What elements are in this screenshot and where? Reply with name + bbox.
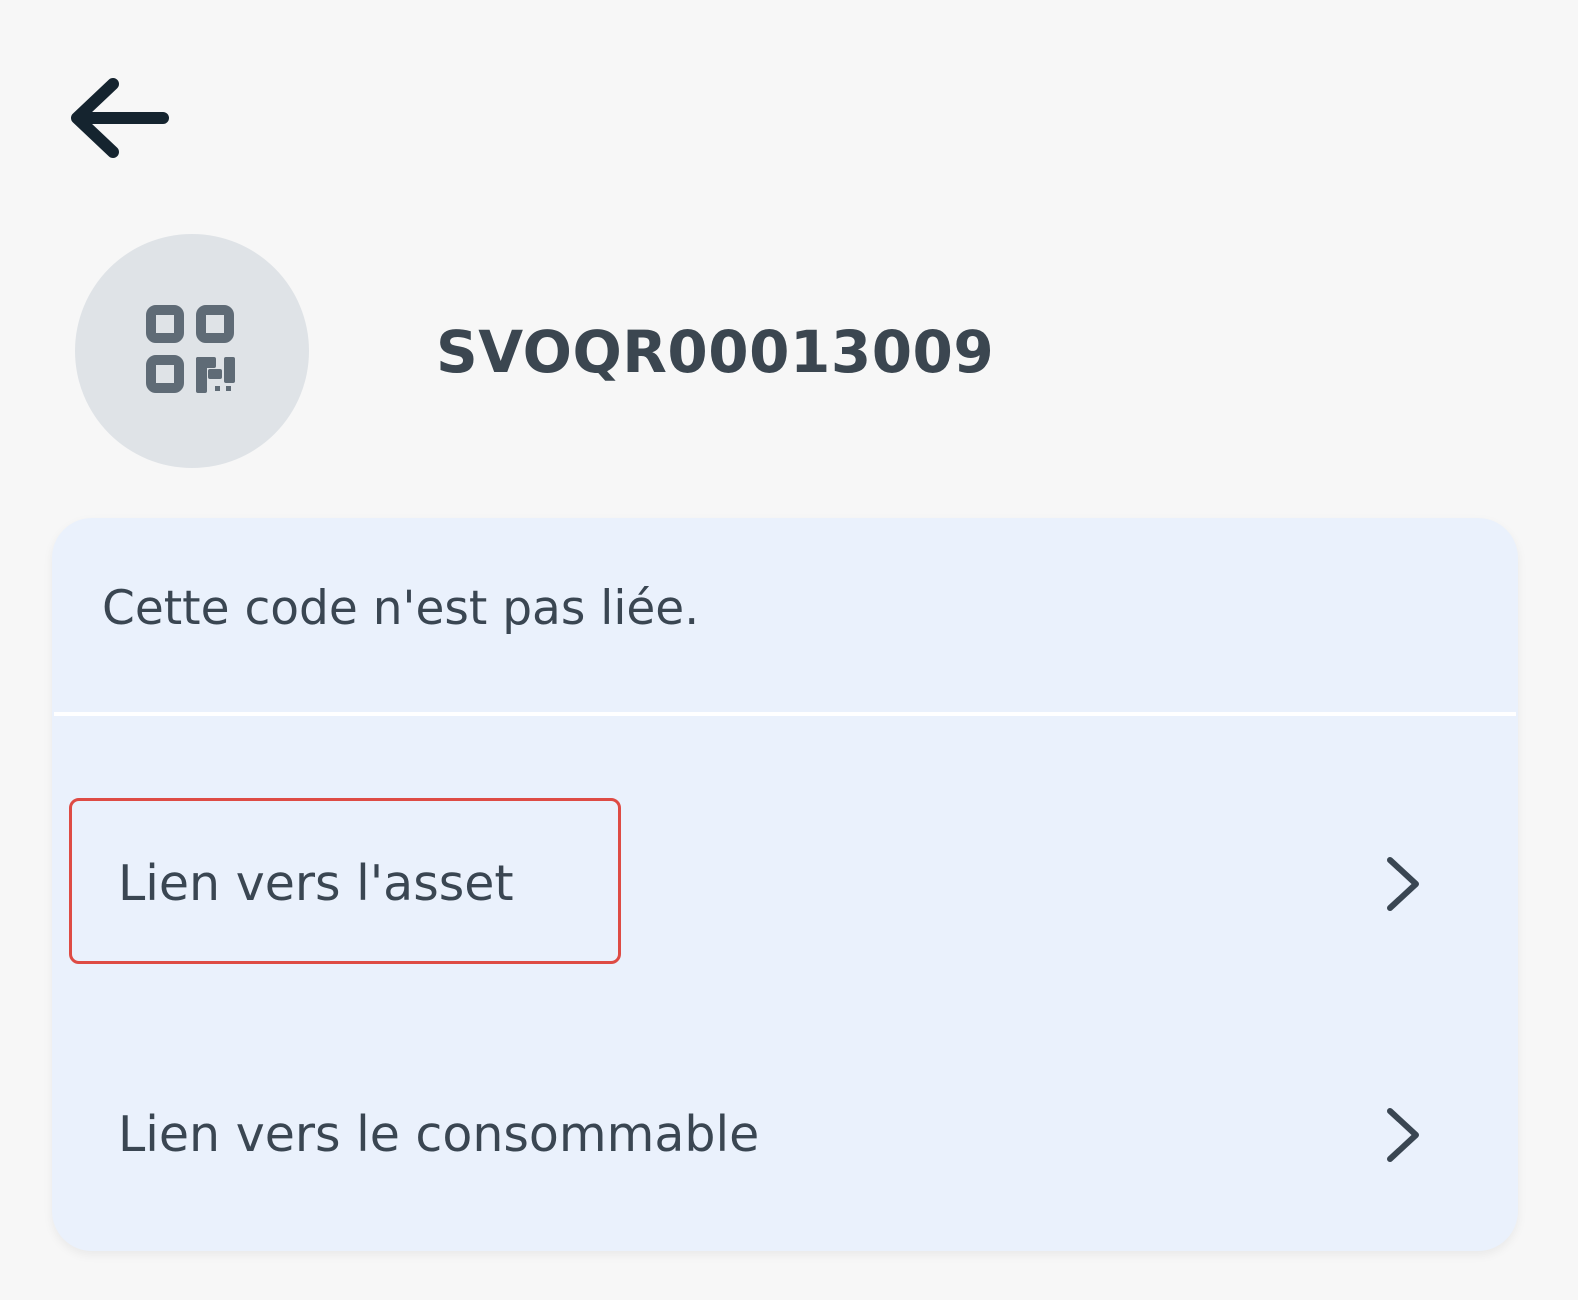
link-to-asset-item[interactable]: Lien vers l'asset	[52, 798, 1518, 968]
chevron-right-icon	[1387, 1108, 1419, 1162]
chevron-right-icon	[1387, 857, 1419, 911]
arrow-left-icon	[71, 78, 169, 158]
link-to-consumable-label: Lien vers le consommable	[118, 1106, 760, 1163]
link-to-asset-label: Lien vers l'asset	[118, 855, 514, 912]
divider	[54, 712, 1516, 716]
back-button[interactable]	[56, 64, 180, 172]
qr-code-icon	[146, 305, 235, 393]
qr-code-avatar	[75, 234, 309, 468]
link-options-card: Cette code n'est pas liée. Lien vers l'a…	[52, 518, 1518, 1251]
link-to-consumable-item[interactable]: Lien vers le consommable	[52, 1051, 1518, 1219]
code-title: SVOQR00013009	[436, 318, 995, 386]
not-linked-message: Cette code n'est pas liée.	[102, 581, 700, 636]
